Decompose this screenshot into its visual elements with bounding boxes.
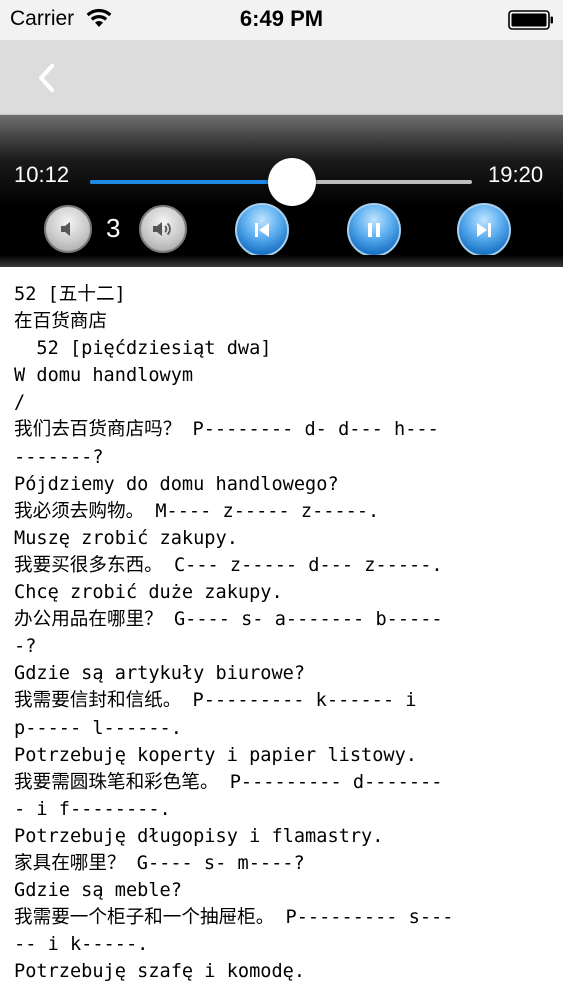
skip-next-icon (477, 223, 491, 237)
lesson-line: W domu handlowym (14, 365, 194, 387)
lesson-line: 我要需圆珠笔和彩色笔。 P--------- d------- (14, 771, 443, 793)
pause-icon (368, 223, 380, 237)
player-divider (0, 255, 563, 267)
progress-thumb[interactable] (267, 158, 316, 206)
volume-up-button[interactable] (139, 205, 187, 253)
progress-fill (90, 180, 292, 184)
lesson-line: Potrzebuję koperty i papier listowy. (14, 744, 417, 766)
skip-previous-icon (255, 223, 269, 237)
lesson-line: 我需要一个柜子和一个抽屉柜。 P--------- s--- (14, 907, 454, 929)
clock: 6:49 PM (239, 6, 324, 31)
pause-button[interactable] (347, 203, 401, 257)
chevron-left-icon (39, 64, 54, 92)
battery-icon (508, 10, 553, 30)
lesson-line: / (14, 392, 26, 414)
lesson-line: 我需要信封和信纸。 P--------- k------ i (14, 690, 417, 712)
lesson-line: Gdzie są meble? (14, 880, 182, 902)
lesson-line: - i f--------. (14, 798, 171, 820)
next-button[interactable] (457, 203, 511, 257)
lesson-line: 我们去百货商店吗？ P-------- d- d--- h--- (14, 419, 439, 441)
lesson-line: 办公用品在哪里？ G---- s- a------- b----- (14, 609, 443, 631)
lesson-text: 52 [五十二] 在百货商店 52 [pięćdziesiąt dwa] W dom… (14, 270, 554, 985)
lesson-line: p----- l------. (14, 717, 182, 739)
lesson-line: 我要买很多东西。 C--- z----- d--- z-----. (14, 554, 443, 576)
audio-player: 10:12 19:20 3 (0, 115, 563, 267)
lesson-line: 52 [五十二] (14, 284, 126, 305)
lesson-line: Gdzie są artykuły biurowe? (14, 663, 306, 685)
lesson-line: -- i k-----. (14, 934, 149, 956)
lesson-line: 我必须去购物。 M---- z----- z-----. (14, 500, 380, 522)
lesson-line: 在百货商店 (14, 311, 107, 333)
back-button[interactable] (30, 58, 66, 98)
lesson-line: 家具在哪里？ G---- s- m----? (14, 852, 305, 874)
speaker-low-icon (61, 222, 70, 236)
progress-slider[interactable] (90, 158, 472, 206)
lesson-line: Chcę zrobić duże zakupy. (14, 582, 283, 604)
lesson-line: Potrzebuję długopisy i flamastry. (14, 825, 384, 847)
volume-level: 3 (106, 213, 121, 243)
previous-button[interactable] (235, 203, 289, 257)
navigation-bar (0, 40, 563, 115)
speaker-high-icon (153, 222, 171, 236)
elapsed-time: 10:12 (14, 162, 70, 187)
total-time: 19:20 (488, 162, 544, 187)
status-bar: Carrier 6:49 PM (0, 0, 563, 40)
lesson-line: -------? (14, 446, 104, 468)
lesson-line: Muszę zrobić zakupy. (14, 527, 238, 549)
lesson-line: Potrzebuję szafę i komodę. (14, 961, 306, 983)
volume-down-button[interactable] (44, 205, 92, 253)
lesson-line: Pójdziemy do domu handlowego? (14, 473, 339, 495)
lesson-line: -? (14, 636, 37, 658)
lesson-line: 52 [pięćdziesiąt dwa] (14, 338, 272, 360)
